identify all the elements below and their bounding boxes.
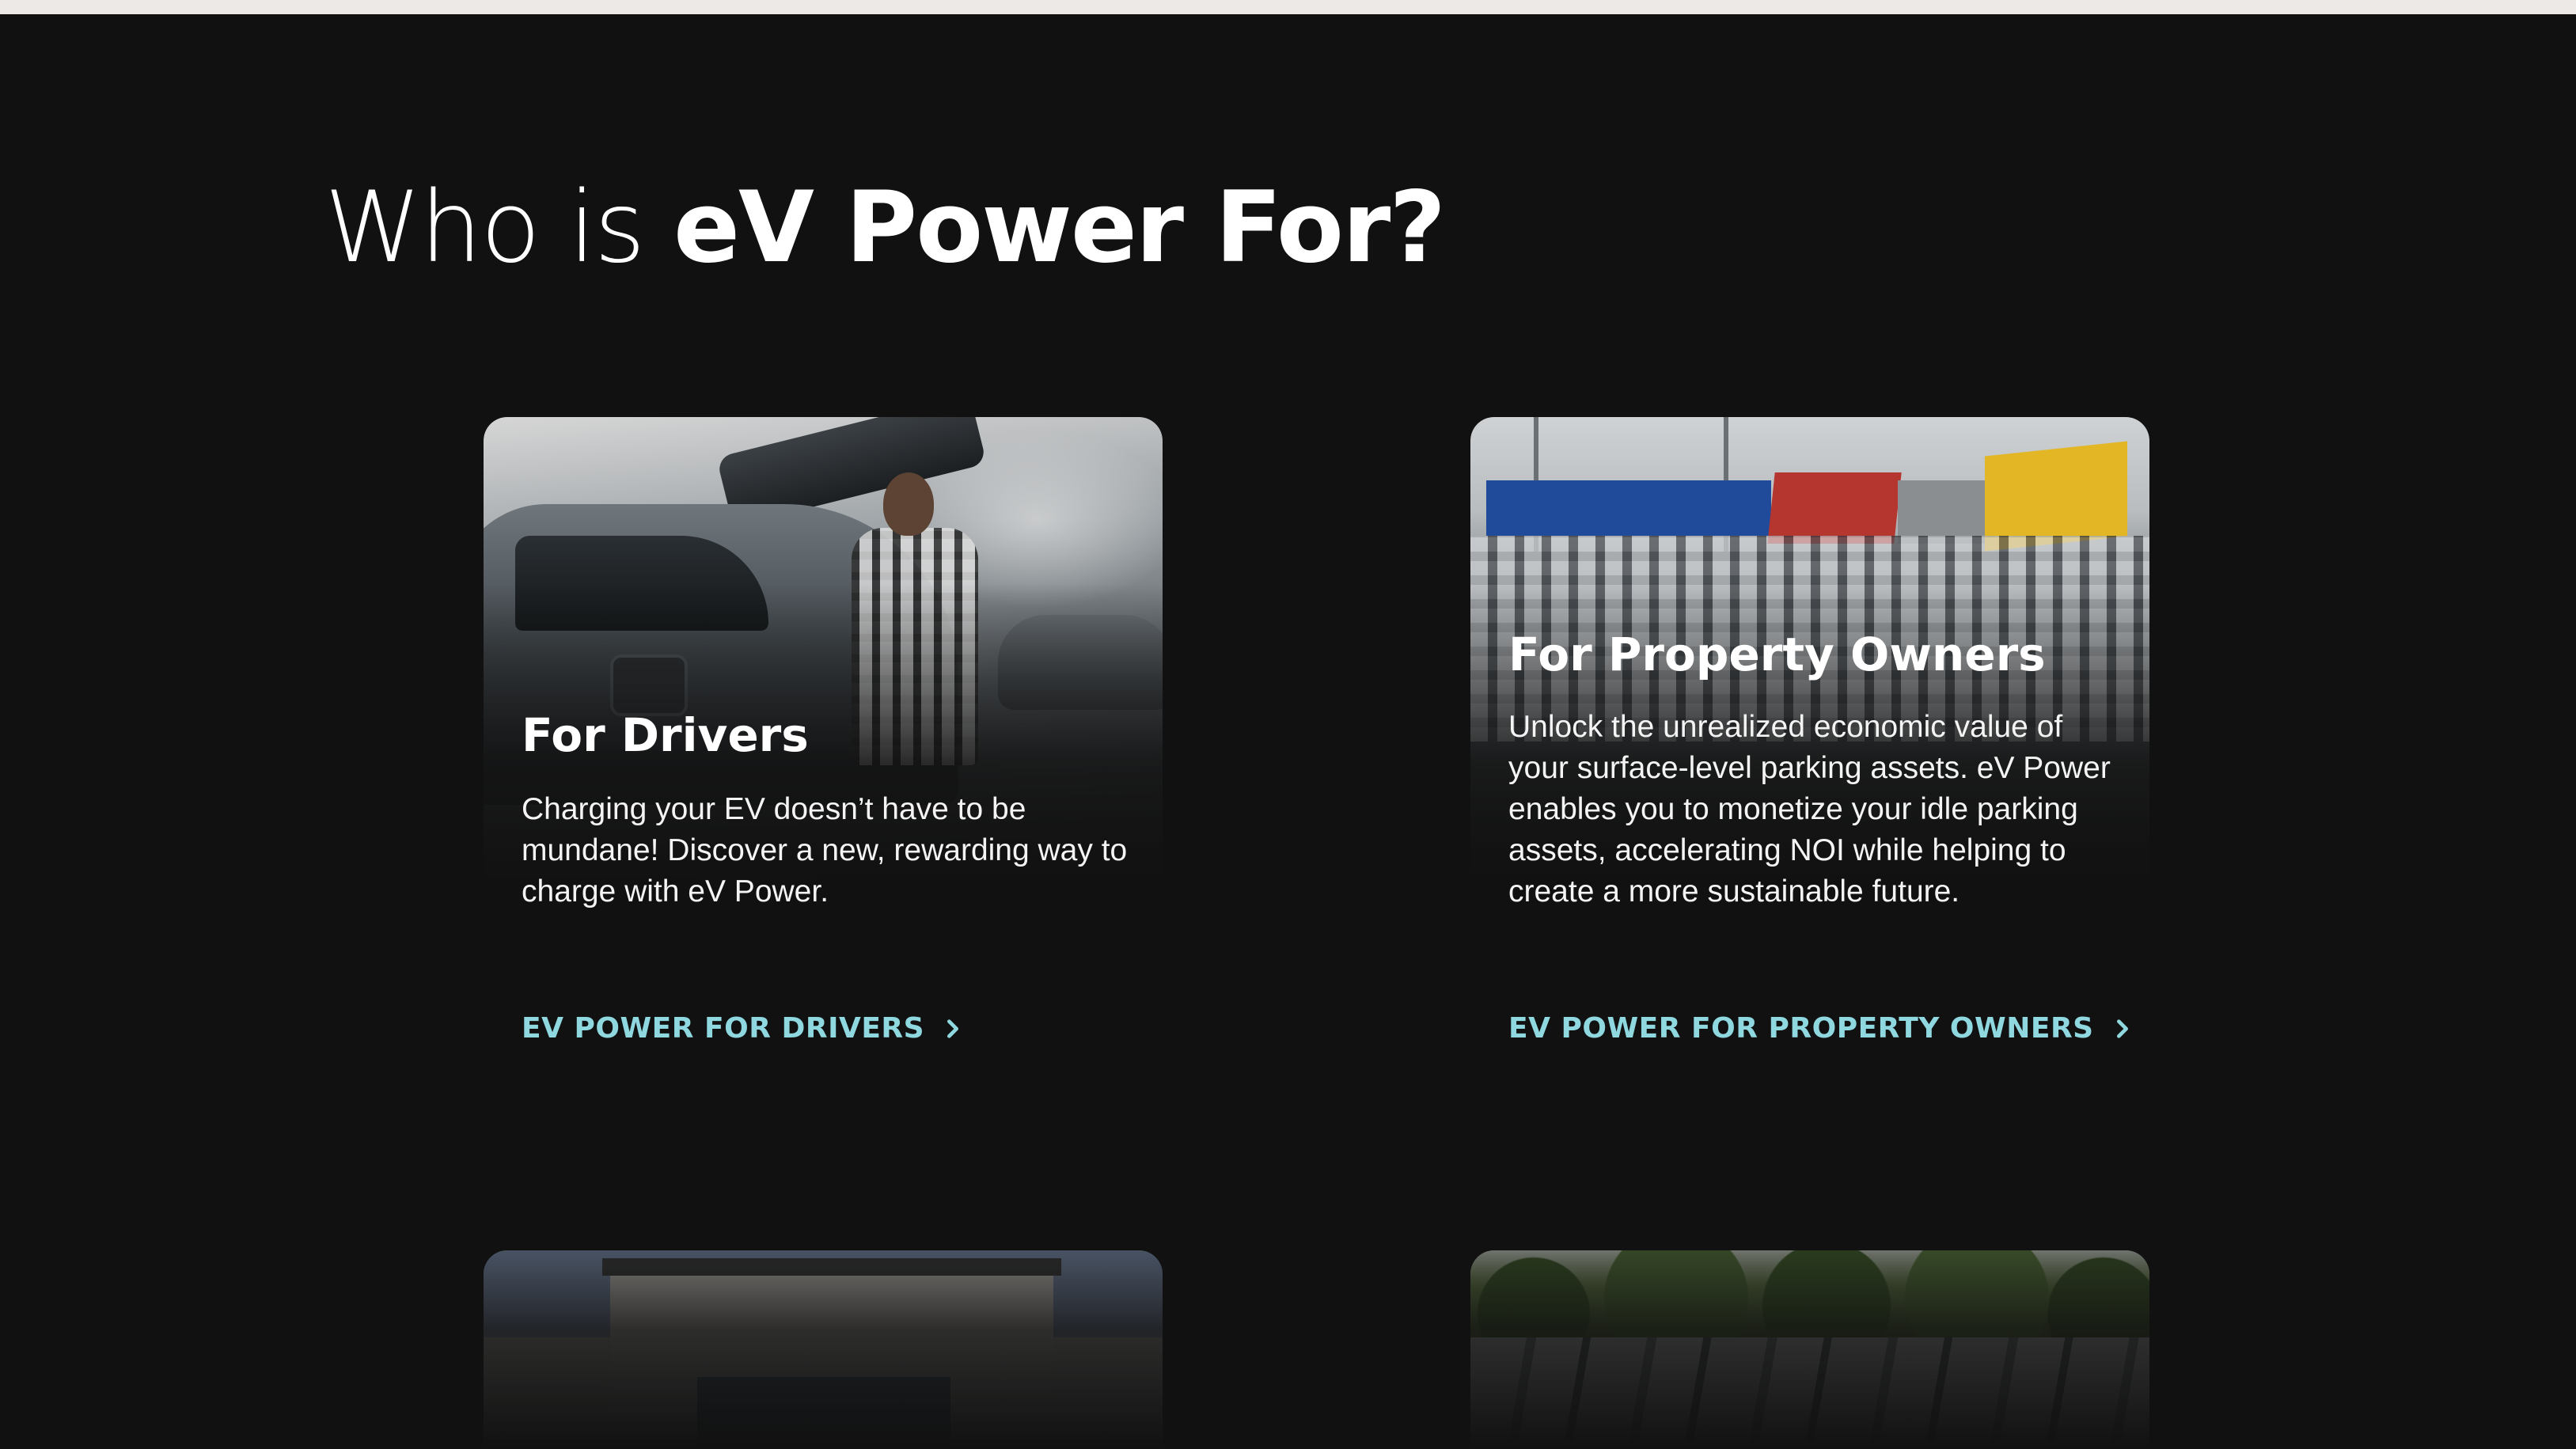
property-owners-link[interactable]: EV POWER FOR PROPERTY OWNERS xyxy=(1508,1012,2134,1045)
section-title: Who is eV Power For? xyxy=(324,165,1446,291)
commercial-building-photo xyxy=(484,1250,1163,1449)
section-title-bold: eV Power For? xyxy=(673,171,1446,285)
chevron-right-icon xyxy=(2116,1018,2128,1038)
drivers-card-description: Charging your EV doesn’t have to be mund… xyxy=(522,792,1128,908)
drivers-link[interactable]: EV POWER FOR DRIVERS xyxy=(522,1012,964,1045)
property-owners-link-label: EV POWER FOR PROPERTY OWNERS xyxy=(1508,1012,2094,1045)
drivers-link-label: EV POWER FOR DRIVERS xyxy=(522,1012,925,1045)
property-owners-card-description: Unlock the unrealized economic value of … xyxy=(1508,710,2111,908)
chevron-right-icon xyxy=(947,1018,959,1038)
property-owners-card-title: For Property Owners xyxy=(1508,628,2046,681)
section-title-light: Who is xyxy=(324,171,673,285)
who-is-section: Who is eV Power For? For Drivers Chargin… xyxy=(0,14,2576,1449)
fleet-card xyxy=(1470,1250,2149,1449)
fleet-vans-photo xyxy=(1470,1250,2149,1449)
property-owners-card: For Property Owners Unlock the unrealize… xyxy=(1470,417,2149,1098)
top-strip xyxy=(0,0,2576,14)
drivers-card-title: For Drivers xyxy=(522,708,809,762)
drivers-card: For Drivers Charging your EV doesn’t hav… xyxy=(484,417,1163,1098)
building-card xyxy=(484,1250,1163,1449)
